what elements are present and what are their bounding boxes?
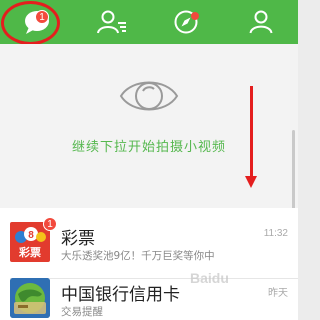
annotation-arrow-line	[250, 86, 253, 181]
chat-title: 中国银行信用卡	[61, 285, 180, 305]
lottery-balls-icon: 8	[15, 227, 46, 243]
chat-row-lottery[interactable]: 8 彩票 1 彩票 大乐透奖池9亿！千万巨奖等你中 11:32	[0, 216, 298, 279]
discover-dot-badge	[191, 12, 199, 20]
top-tab-bar: 1	[0, 0, 299, 45]
chat-list: 8 彩票 1 彩票 大乐透奖池9亿！千万巨奖等你中 11:32 中国银行信用卡 …	[0, 208, 298, 320]
chat-time: 11:32	[263, 228, 288, 239]
watermark: Baidu	[190, 270, 229, 286]
lottery-unread-badge: 1	[43, 217, 57, 231]
chat-title: 彩票	[61, 229, 95, 249]
tab-messages[interactable]: 1	[0, 0, 75, 44]
tab-contacts[interactable]	[75, 0, 150, 44]
contacts-icon	[96, 10, 126, 34]
eye-camera-icon	[119, 81, 179, 111]
user-profile-icon	[249, 10, 273, 34]
chat-row-bank-card[interactable]: 中国银行信用卡 交易提醒 昨天	[0, 272, 298, 320]
lottery-avatar-label: 彩票	[19, 246, 41, 259]
chat-time: 昨天	[268, 288, 288, 299]
bank-card-avatar	[10, 278, 50, 318]
tab-discover[interactable]	[149, 0, 224, 44]
pull-down-hint-text: 继续下拉开始拍摄小视频	[71, 140, 226, 155]
chat-preview: 交易提醒	[61, 306, 103, 318]
chat-preview: 大乐透奖池9亿！千万巨奖等你中	[61, 250, 215, 262]
bank-card-image-icon	[10, 278, 50, 318]
messages-badge: 1	[35, 10, 49, 24]
svg-text:8: 8	[28, 230, 34, 241]
annotation-arrow-head	[245, 176, 257, 188]
tab-me[interactable]	[224, 0, 299, 44]
pull-down-hint-area: 继续下拉开始拍摄小视频	[0, 44, 298, 248]
